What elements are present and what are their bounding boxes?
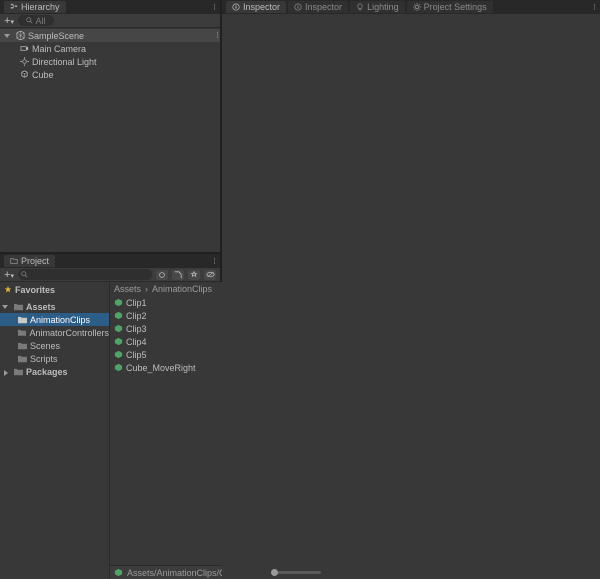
folder-animation-clips[interactable]: AnimationClips (0, 313, 109, 326)
folder-icon (18, 329, 26, 337)
chevron-right-icon: › (145, 284, 148, 294)
panel-lock-icon[interactable]: ⁝ (593, 2, 596, 13)
star-icon (4, 286, 12, 294)
hierarchy-tab-bar: Hierarchy ⁝ (0, 0, 220, 14)
project-search-input[interactable] (18, 269, 152, 280)
folder-icon (18, 355, 27, 363)
lighting-tab-label: Lighting (367, 2, 399, 12)
folder-label: AnimatorControllers (29, 328, 109, 338)
folder-scripts[interactable]: Scripts (0, 352, 109, 365)
scene-row[interactable]: SampleScene ⁝ (0, 29, 220, 42)
animation-clip-icon (114, 298, 123, 307)
project-tab-bar: Project ⁝ (0, 254, 220, 268)
project-settings-tab-label: Project Settings (424, 2, 487, 12)
packages-root-row[interactable]: Packages (0, 365, 109, 378)
foldout-icon[interactable] (4, 368, 11, 375)
create-dropdown[interactable]: +▾ (4, 15, 14, 27)
project-toolbar: +▾ (0, 268, 220, 282)
asset-label: Clip3 (126, 324, 147, 334)
search-icon (26, 17, 33, 24)
panel-lock-icon[interactable]: ⁝ (213, 2, 216, 13)
folder-scenes[interactable]: Scenes (0, 339, 109, 352)
camera-icon (20, 44, 29, 53)
light-icon (20, 57, 29, 66)
animation-clip-icon (114, 568, 123, 577)
project-tab[interactable]: Project (4, 255, 55, 267)
scene-name: SampleScene (28, 31, 84, 41)
hierarchy-item-main-camera[interactable]: Main Camera (0, 42, 220, 55)
animation-clip-icon (114, 363, 123, 372)
hierarchy-item-label: Main Camera (32, 44, 86, 54)
hierarchy-tab[interactable]: Hierarchy (4, 1, 66, 13)
folder-icon (14, 368, 23, 376)
project-icon (10, 257, 18, 265)
create-dropdown[interactable]: +▾ (4, 269, 14, 281)
assets-root-row[interactable]: Assets (0, 300, 109, 313)
project-folder-tree: Favorites Assets AnimationClips Ani (0, 282, 110, 579)
search-icon (21, 271, 28, 278)
hierarchy-toolbar: +▾ All (0, 14, 220, 28)
lightbulb-icon (356, 3, 364, 11)
filter-by-type-icon[interactable] (156, 270, 168, 280)
hidden-packages-icon[interactable] (204, 270, 216, 280)
hierarchy-item-cube[interactable]: Cube (0, 68, 220, 81)
info-icon (294, 3, 302, 11)
animation-clip-icon (114, 311, 123, 320)
asset-label: Clip5 (126, 350, 147, 360)
panel-lock-icon[interactable]: ⁝ (213, 256, 216, 267)
animation-clip-icon (114, 324, 123, 333)
folder-icon (18, 342, 27, 350)
asset-label: Clip2 (126, 311, 147, 321)
info-icon (232, 3, 240, 11)
save-search-icon[interactable] (188, 270, 200, 280)
folder-icon (18, 316, 27, 324)
packages-label: Packages (26, 367, 68, 377)
animation-clip-icon (114, 337, 123, 346)
cube-icon (20, 70, 29, 79)
hierarchy-item-directional-light[interactable]: Directional Light (0, 55, 220, 68)
hierarchy-body: SampleScene ⁝ Main Camera Directional Li… (0, 28, 220, 252)
assets-label: Assets (26, 302, 56, 312)
project-tab-label: Project (21, 256, 49, 266)
hierarchy-icon (10, 3, 18, 11)
inspector-tab-bar: Inspector Inspector Lighting Project Set… (222, 0, 600, 14)
folder-label: AnimationClips (30, 315, 90, 325)
favorites-label: Favorites (15, 285, 55, 295)
folder-label: Scenes (30, 341, 60, 351)
hierarchy-search-input[interactable]: All (18, 15, 54, 26)
inspector-tab-2[interactable]: Inspector (288, 1, 348, 13)
asset-label: Clip4 (126, 337, 147, 347)
folder-icon (14, 303, 23, 311)
inspector-tab-label: Inspector (243, 2, 280, 12)
hierarchy-item-label: Cube (32, 70, 54, 80)
asset-label: Clip1 (126, 298, 147, 308)
hierarchy-tab-label: Hierarchy (21, 2, 60, 12)
hierarchy-item-label: Directional Light (32, 57, 97, 67)
thumbnail-size-slider[interactable] (271, 571, 321, 574)
filter-by-label-icon[interactable] (172, 270, 184, 280)
foldout-icon[interactable] (4, 303, 11, 310)
lighting-tab[interactable]: Lighting (350, 1, 405, 13)
favorites-row[interactable]: Favorites (0, 283, 109, 296)
inspector-tab-active[interactable]: Inspector (226, 1, 286, 13)
project-settings-tab[interactable]: Project Settings (407, 1, 493, 13)
breadcrumb-current[interactable]: AnimationClips (152, 284, 212, 294)
asset-label: Cube_MoveRight (126, 363, 196, 373)
scene-menu-icon[interactable]: ⁝ (216, 30, 220, 41)
inspector-body (222, 14, 600, 579)
unity-icon (16, 31, 25, 40)
folder-animator-controllers[interactable]: AnimatorControllers (0, 326, 109, 339)
gear-icon (413, 3, 421, 11)
animation-clip-icon (114, 350, 123, 359)
breadcrumb-root[interactable]: Assets (114, 284, 141, 294)
foldout-icon[interactable] (6, 32, 13, 39)
folder-label: Scripts (30, 354, 58, 364)
inspector-tab-label: Inspector (305, 2, 342, 12)
